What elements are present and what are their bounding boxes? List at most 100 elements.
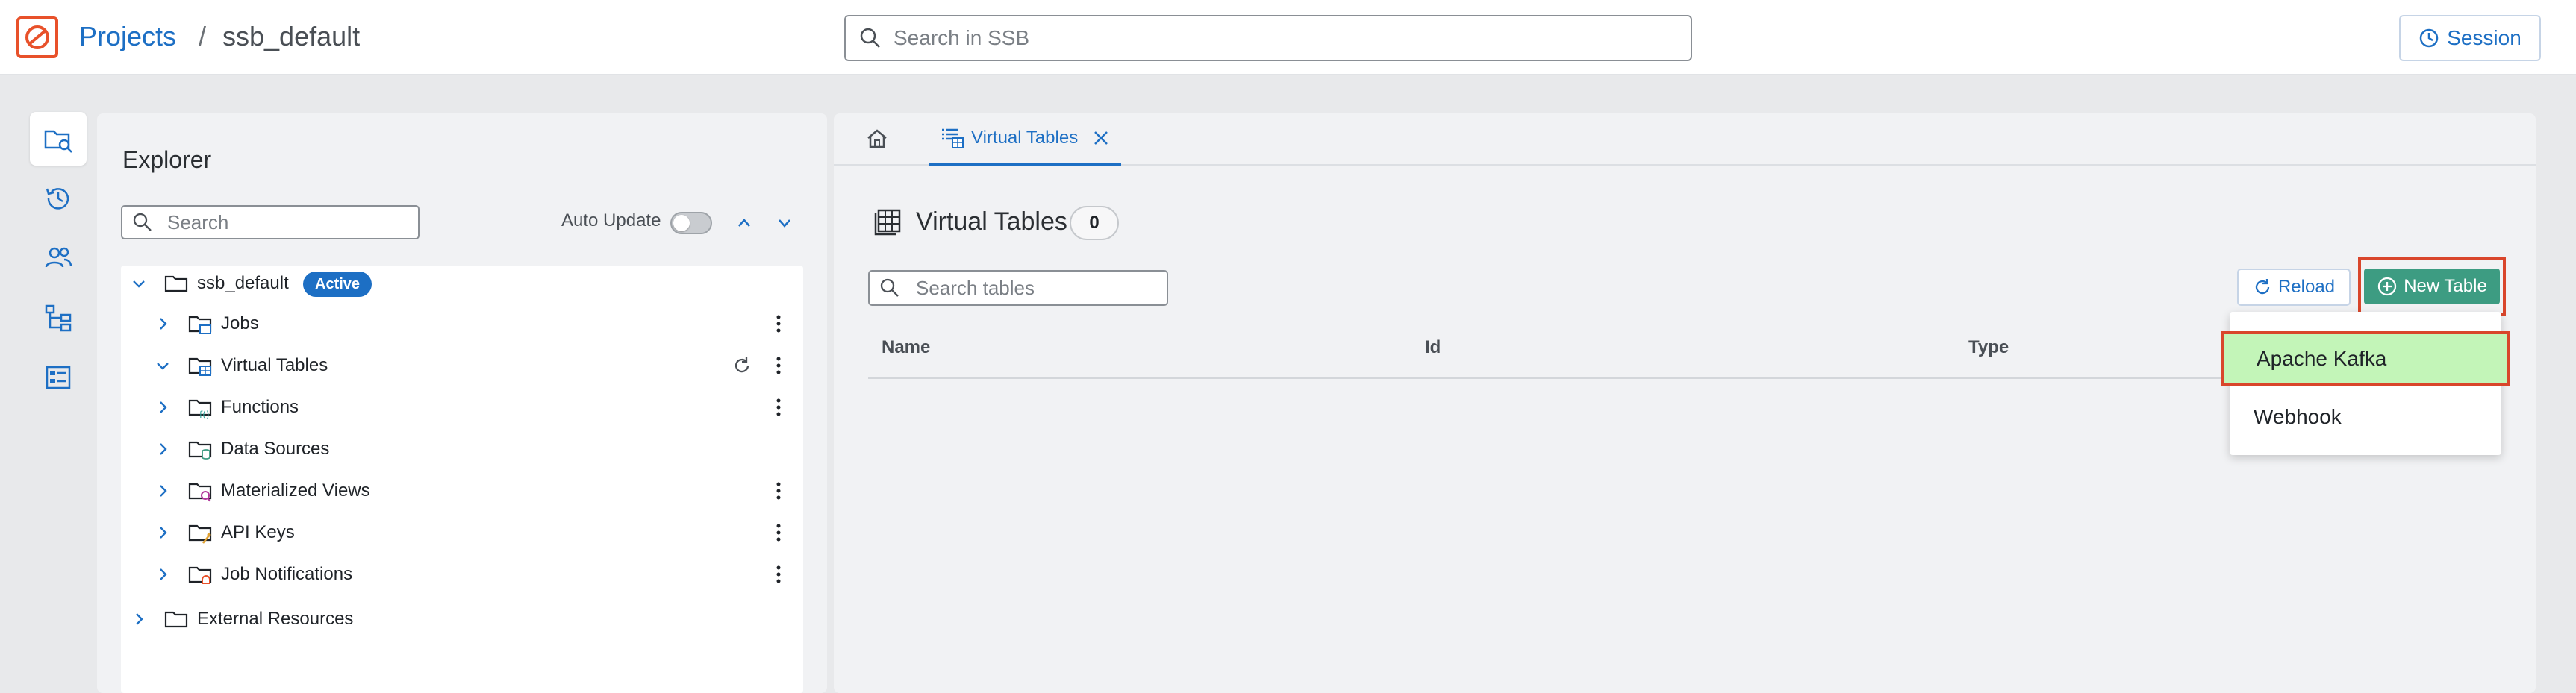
close-icon[interactable] [1091,128,1111,148]
chevron-right-icon[interactable] [154,315,172,333]
more-options-icon[interactable] [775,397,782,418]
tables-search-input[interactable] [916,275,1155,301]
menu-item-webhook[interactable]: Webhook [2230,394,2501,440]
tree-item-label: Materialized Views [221,480,370,501]
history-icon [46,188,69,210]
new-table-highlight: New Table [2358,257,2506,316]
chevron-down-icon[interactable] [130,275,148,292]
breadcrumb-current-project: ssb_default [222,21,361,51]
reload-label: Reload [2277,277,2336,297]
tables-search-box[interactable] [868,270,1168,306]
folder-icon [164,275,188,292]
job-notifications-folder-icon [188,566,212,584]
virtual-tables-folder-icon [188,357,212,376]
chevron-right-icon[interactable] [154,482,172,500]
tab-virtual-tables[interactable]: Virtual Tables [929,113,1122,166]
nav-explorer[interactable] [30,112,87,166]
session-button[interactable]: Session [2399,15,2541,61]
explorer-search-box[interactable] [121,205,420,239]
session-label: Session [2447,26,2522,49]
materialized-views-folder-icon [188,483,212,502]
page-title: Virtual Tables [916,207,1067,236]
users-icon [45,247,72,268]
global-search-box[interactable] [844,15,1692,61]
chevron-up-icon [738,219,750,227]
menu-item-apache-kafka[interactable]: Apache Kafka [2221,331,2510,386]
more-options-icon[interactable] [775,355,782,376]
more-options-icon[interactable] [775,480,782,501]
nav-users[interactable] [30,231,87,285]
tree-item-job-notifications[interactable]: Job Notifications [121,556,803,592]
chevron-right-icon[interactable] [154,398,172,416]
explorer-title: Explorer [122,146,212,173]
chevron-right-icon[interactable] [154,440,172,458]
folder-icon [164,611,188,628]
active-badge: Active [303,272,372,297]
refresh-icon[interactable] [732,355,752,376]
auto-update-toggle[interactable] [670,212,712,234]
tab-bar: Virtual Tables [834,113,2536,166]
dashboard-icon [46,366,71,389]
main-panel: Virtual Tables Virtual Tables 0 Reload [834,113,2536,693]
global-search-input[interactable] [894,22,1677,54]
search-icon [880,278,899,297]
folder-search-icon [44,130,72,153]
column-header-type[interactable]: Type [1968,337,2009,358]
collapse-all-button[interactable] [733,212,755,234]
more-options-icon[interactable] [775,522,782,543]
tree-item-label: External Resources [197,609,354,629]
column-header-id[interactable]: Id [1425,337,1441,358]
tree-item-label: Functions [221,397,299,417]
auto-update-label: Auto Update [561,210,661,231]
tree-item-label: Data Sources [221,439,330,459]
refresh-icon [2255,279,2270,295]
tree-item-materialized-views[interactable]: Materialized Views [121,473,803,509]
expand-all-button[interactable] [773,212,796,234]
reload-button[interactable]: Reload [2237,269,2351,306]
explorer-panel: Explorer Auto Update ssb_default Active … [97,113,827,693]
search-icon [133,213,152,231]
explorer-tree: ssb_default Active Jobs Virtual Tables f… [121,266,803,693]
nav-history[interactable] [30,172,87,225]
virtual-tables-icon [942,128,964,148]
data-sources-folder-icon [188,441,212,460]
svg-text:f(): f() [199,410,210,419]
clock-icon [2419,28,2439,48]
chevron-right-icon[interactable] [154,524,172,542]
tree-item-label: Job Notifications [221,564,353,584]
jobs-folder-icon [188,316,212,334]
tree-root-project[interactable]: ssb_default Active [121,266,803,301]
tree-item-api-keys[interactable]: API Keys [121,515,803,551]
explorer-search-input[interactable] [167,210,406,235]
tree-item-virtual-tables[interactable]: Virtual Tables [121,348,803,383]
search-icon [860,28,880,48]
table-grid-icon [874,209,901,236]
chevron-right-icon[interactable] [154,565,172,583]
tree-item-data-sources[interactable]: Data Sources [121,431,803,467]
tree-root-label: ssb_default [197,273,289,293]
table-count-badge: 0 [1070,206,1119,240]
more-options-icon[interactable] [775,564,782,585]
chevron-down-icon [779,219,790,228]
top-header: Projects / ssb_default Session [0,0,2576,75]
tree-item-external-resources[interactable]: External Resources [121,601,803,637]
tree-item-functions[interactable]: f() Functions [121,389,803,425]
chevron-down-icon[interactable] [154,357,172,374]
left-nav-rail [30,112,87,693]
tree-icon [45,304,72,332]
tree-item-jobs[interactable]: Jobs [121,306,803,342]
nav-dashboard[interactable] [30,351,87,404]
nav-structure[interactable] [30,291,87,345]
more-options-icon[interactable] [775,313,782,334]
functions-folder-icon: f() [188,399,212,419]
ssb-logo-icon[interactable] [16,16,58,58]
plus-circle-icon [2378,277,2397,296]
chevron-right-icon[interactable] [130,610,148,628]
tree-item-label: API Keys [221,522,295,542]
new-table-label: New Table [2404,276,2487,296]
column-header-name[interactable]: Name [882,337,930,358]
new-table-button[interactable]: New Table [2364,269,2500,304]
breadcrumb-projects-link[interactable]: Projects [79,19,176,54]
home-tab-icon[interactable] [864,125,891,152]
breadcrumb-separator: / [199,21,207,51]
